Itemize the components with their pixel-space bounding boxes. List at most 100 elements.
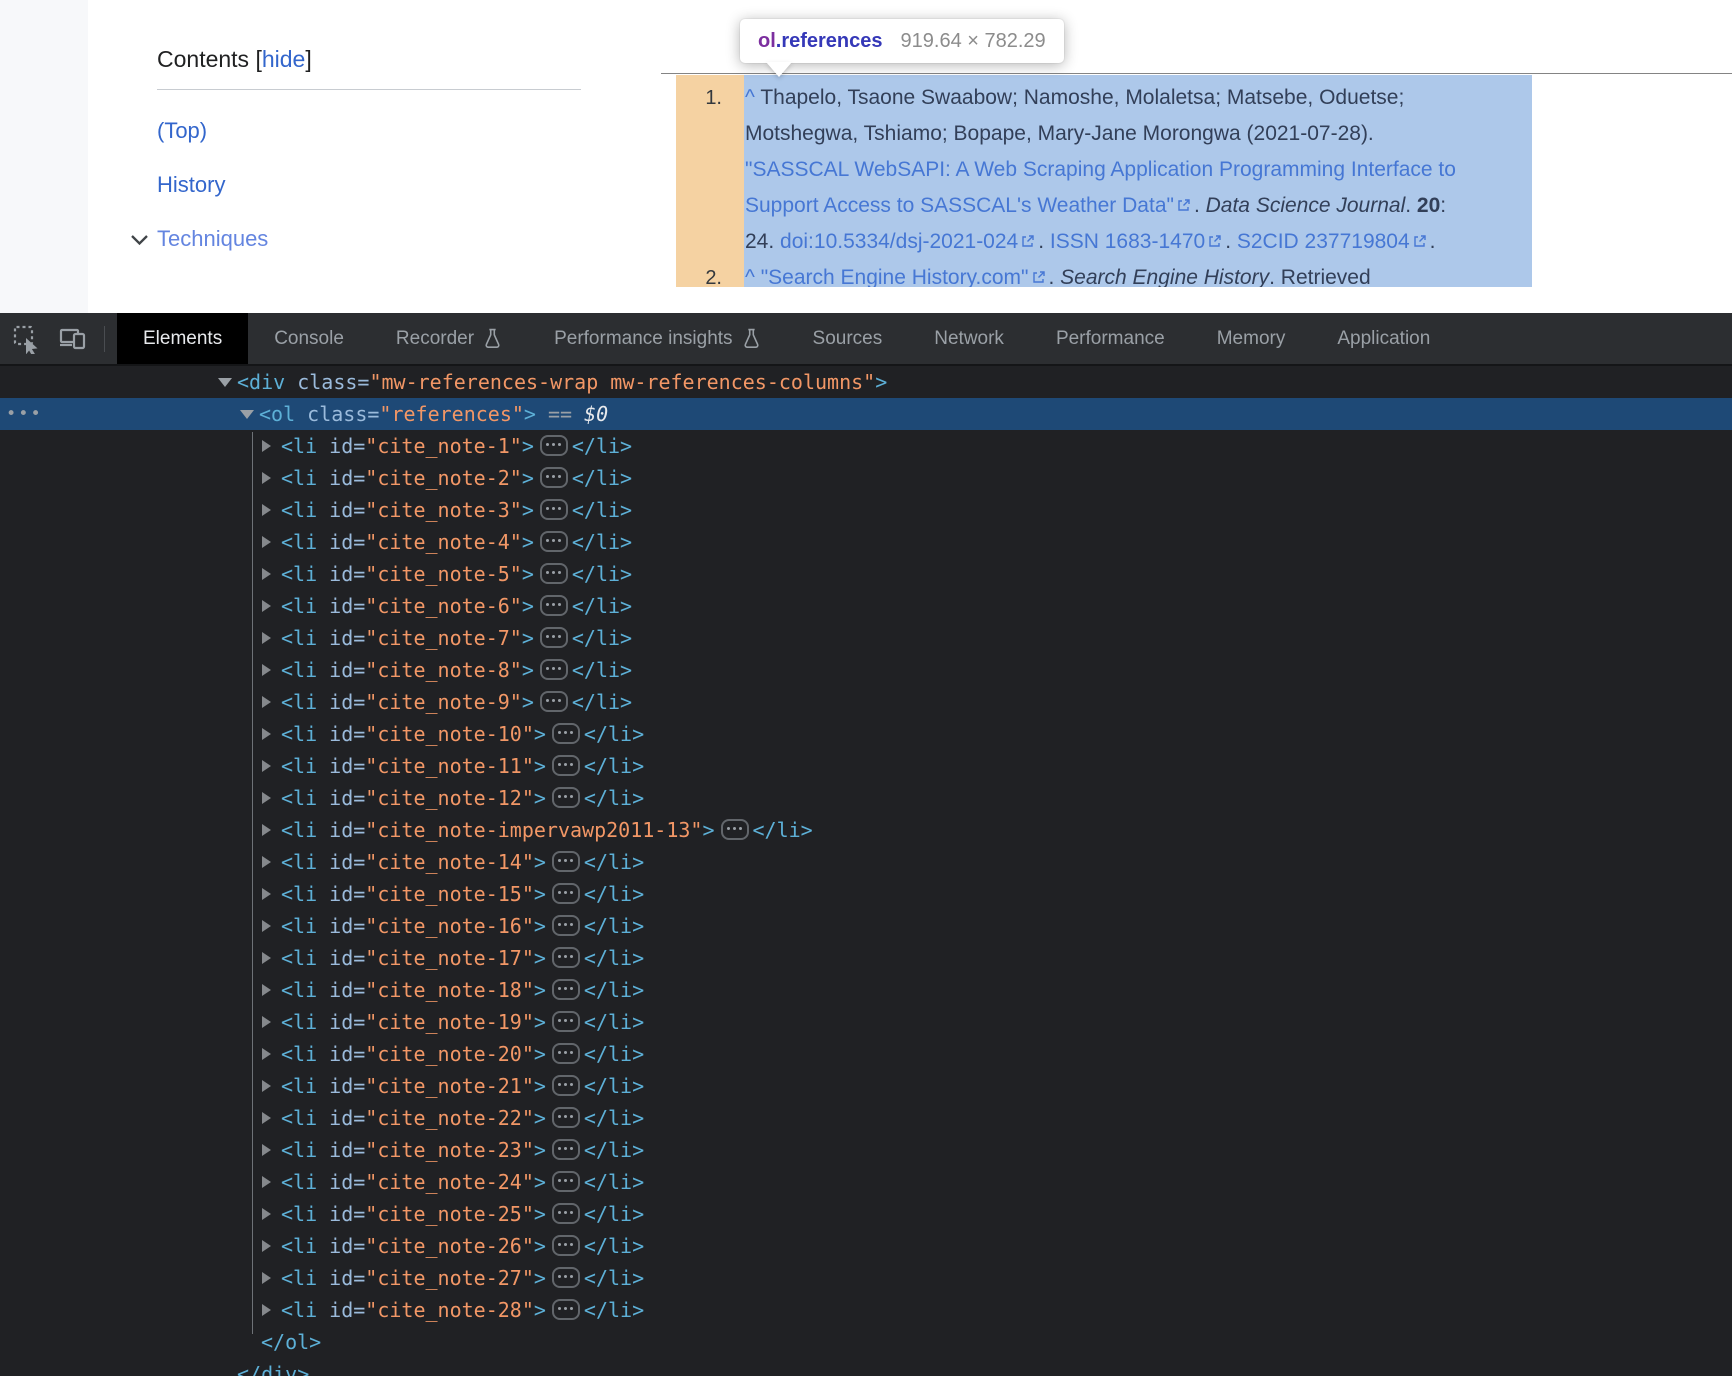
tree-row-li[interactable]: <li id="cite_note-9"></li> <box>0 686 1732 718</box>
chevron-down-icon[interactable] <box>130 233 149 246</box>
expand-inline-ellipsis-button[interactable] <box>552 883 580 904</box>
reference-link[interactable]: "Search Engine History.com" <box>761 266 1029 287</box>
expand-inline-ellipsis-button[interactable] <box>552 851 580 872</box>
tree-row-li[interactable]: <li id="cite_note-28"></li> <box>0 1294 1732 1326</box>
reference-link[interactable]: S2CID 237719804 <box>1237 230 1410 253</box>
reference-link[interactable]: Support Access to SASSCAL's Weather Data… <box>745 194 1174 217</box>
reference-link[interactable]: doi:10.5334/dsj-2021-024 <box>780 230 1018 253</box>
tree-row-li[interactable]: <li id="cite_note-12"></li> <box>0 782 1732 814</box>
tab-performance[interactable]: Performance <box>1030 313 1191 364</box>
expand-inline-ellipsis-button[interactable] <box>552 1203 580 1224</box>
tab-elements[interactable]: Elements <box>117 313 248 364</box>
collapsed-chevron-icon[interactable] <box>262 472 271 484</box>
collapsed-chevron-icon[interactable] <box>262 984 271 996</box>
toc-item-top[interactable]: (Top) <box>157 118 581 144</box>
tree-row-li[interactable]: <li id="cite_note-1"></li> <box>0 430 1732 462</box>
collapsed-chevron-icon[interactable] <box>262 1144 271 1156</box>
tree-row-li[interactable]: <li id="cite_note-27"></li> <box>0 1262 1732 1294</box>
tree-row-li[interactable]: <li id="cite_note-19"></li> <box>0 1006 1732 1038</box>
reference-link[interactable]: ^ <box>745 86 755 109</box>
tree-row-li[interactable]: <li id="cite_note-impervawp2011-13"></li… <box>0 814 1732 846</box>
expand-inline-ellipsis-button[interactable] <box>552 1171 580 1192</box>
tree-row-li[interactable]: <li id="cite_note-23"></li> <box>0 1134 1732 1166</box>
tab-recorder[interactable]: Recorder <box>370 313 528 364</box>
expand-inline-ellipsis-button[interactable] <box>552 1075 580 1096</box>
tree-row-li[interactable]: <li id="cite_note-10"></li> <box>0 718 1732 750</box>
collapsed-chevron-icon[interactable] <box>262 1016 271 1028</box>
tree-row-li[interactable]: <li id="cite_note-11"></li> <box>0 750 1732 782</box>
expand-inline-ellipsis-button[interactable] <box>540 563 568 584</box>
toc-hide-link[interactable]: hide <box>262 46 305 72</box>
tree-row-li[interactable]: <li id="cite_note-17"></li> <box>0 942 1732 974</box>
tab-network[interactable]: Network <box>908 313 1030 364</box>
tree-row-li[interactable]: <li id="cite_note-26"></li> <box>0 1230 1732 1262</box>
expand-inline-ellipsis-button[interactable] <box>552 723 580 744</box>
tab-sources[interactable]: Sources <box>787 313 909 364</box>
expanded-chevron-icon[interactable] <box>218 378 232 387</box>
expand-inline-ellipsis-button[interactable] <box>552 979 580 1000</box>
expand-inline-ellipsis-button[interactable] <box>552 787 580 808</box>
reference-link[interactable]: ^ <box>745 266 755 287</box>
collapsed-chevron-icon[interactable] <box>262 1208 271 1220</box>
collapsed-chevron-icon[interactable] <box>262 1048 271 1060</box>
tree-row-li[interactable]: <li id="cite_note-4"></li> <box>0 526 1732 558</box>
expand-inline-ellipsis-button[interactable] <box>540 499 568 520</box>
tree-row-li[interactable]: <li id="cite_note-21"></li> <box>0 1070 1732 1102</box>
row-more-actions-button[interactable]: ••• <box>6 398 43 430</box>
tree-row-li[interactable]: <li id="cite_note-16"></li> <box>0 910 1732 942</box>
tab-application[interactable]: Application <box>1311 313 1456 364</box>
tree-row-li[interactable]: <li id="cite_note-25"></li> <box>0 1198 1732 1230</box>
tab-console[interactable]: Console <box>248 313 370 364</box>
expand-inline-ellipsis-button[interactable] <box>552 1299 580 1320</box>
collapsed-chevron-icon[interactable] <box>262 728 271 740</box>
collapsed-chevron-icon[interactable] <box>262 440 271 452</box>
expand-inline-ellipsis-button[interactable] <box>552 1043 580 1064</box>
tree-row-li[interactable]: <li id="cite_note-2"></li> <box>0 462 1732 494</box>
device-toolbar-icon[interactable] <box>56 322 90 356</box>
expand-inline-ellipsis-button[interactable] <box>540 435 568 456</box>
tree-row-li[interactable]: <li id="cite_note-24"></li> <box>0 1166 1732 1198</box>
collapsed-chevron-icon[interactable] <box>262 920 271 932</box>
collapsed-chevron-icon[interactable] <box>262 600 271 612</box>
expand-inline-ellipsis-button[interactable] <box>552 915 580 936</box>
collapsed-chevron-icon[interactable] <box>262 536 271 548</box>
tree-row-li[interactable]: <li id="cite_note-6"></li> <box>0 590 1732 622</box>
collapsed-chevron-icon[interactable] <box>262 760 271 772</box>
tree-row-li[interactable]: <li id="cite_note-18"></li> <box>0 974 1732 1006</box>
tree-row-close-ol[interactable]: </ol> <box>0 1326 1732 1358</box>
collapsed-chevron-icon[interactable] <box>262 856 271 868</box>
collapsed-chevron-icon[interactable] <box>262 1240 271 1252</box>
expand-inline-ellipsis-button[interactable] <box>552 1107 580 1128</box>
collapsed-chevron-icon[interactable] <box>262 952 271 964</box>
collapsed-chevron-icon[interactable] <box>262 696 271 708</box>
collapsed-chevron-icon[interactable] <box>262 632 271 644</box>
reference-link[interactable]: "SASSCAL WebSAPI: A Web Scraping Applica… <box>745 158 1456 181</box>
inspect-element-icon[interactable] <box>10 322 44 356</box>
tree-row-selected-ol[interactable]: •••<ol class="references"> == $0 <box>0 398 1732 430</box>
expand-inline-ellipsis-button[interactable] <box>552 1267 580 1288</box>
expand-inline-ellipsis-button[interactable] <box>540 467 568 488</box>
tree-row-li[interactable]: <li id="cite_note-7"></li> <box>0 622 1732 654</box>
collapsed-chevron-icon[interactable] <box>262 888 271 900</box>
collapsed-chevron-icon[interactable] <box>262 1080 271 1092</box>
expand-inline-ellipsis-button[interactable] <box>721 819 749 840</box>
collapsed-chevron-icon[interactable] <box>262 1112 271 1124</box>
expanded-chevron-icon[interactable] <box>240 410 254 419</box>
collapsed-chevron-icon[interactable] <box>262 792 271 804</box>
collapsed-chevron-icon[interactable] <box>262 664 271 676</box>
collapsed-chevron-icon[interactable] <box>262 1304 271 1316</box>
tree-row-li[interactable]: <li id="cite_note-8"></li> <box>0 654 1732 686</box>
tree-row-li[interactable]: <li id="cite_note-5"></li> <box>0 558 1732 590</box>
toc-item-history[interactable]: History <box>157 172 581 198</box>
collapsed-chevron-icon[interactable] <box>262 824 271 836</box>
reference-link[interactable]: ISSN 1683-1470 <box>1050 230 1205 253</box>
collapsed-chevron-icon[interactable] <box>262 1176 271 1188</box>
expand-inline-ellipsis-button[interactable] <box>540 531 568 552</box>
toc-item-techniques[interactable]: Techniques <box>157 226 581 252</box>
tree-row-li[interactable]: <li id="cite_note-14"></li> <box>0 846 1732 878</box>
collapsed-chevron-icon[interactable] <box>262 504 271 516</box>
tab-memory[interactable]: Memory <box>1191 313 1312 364</box>
tree-row-li[interactable]: <li id="cite_note-22"></li> <box>0 1102 1732 1134</box>
expand-inline-ellipsis-button[interactable] <box>552 1139 580 1160</box>
tree-row-li[interactable]: <li id="cite_note-3"></li> <box>0 494 1732 526</box>
